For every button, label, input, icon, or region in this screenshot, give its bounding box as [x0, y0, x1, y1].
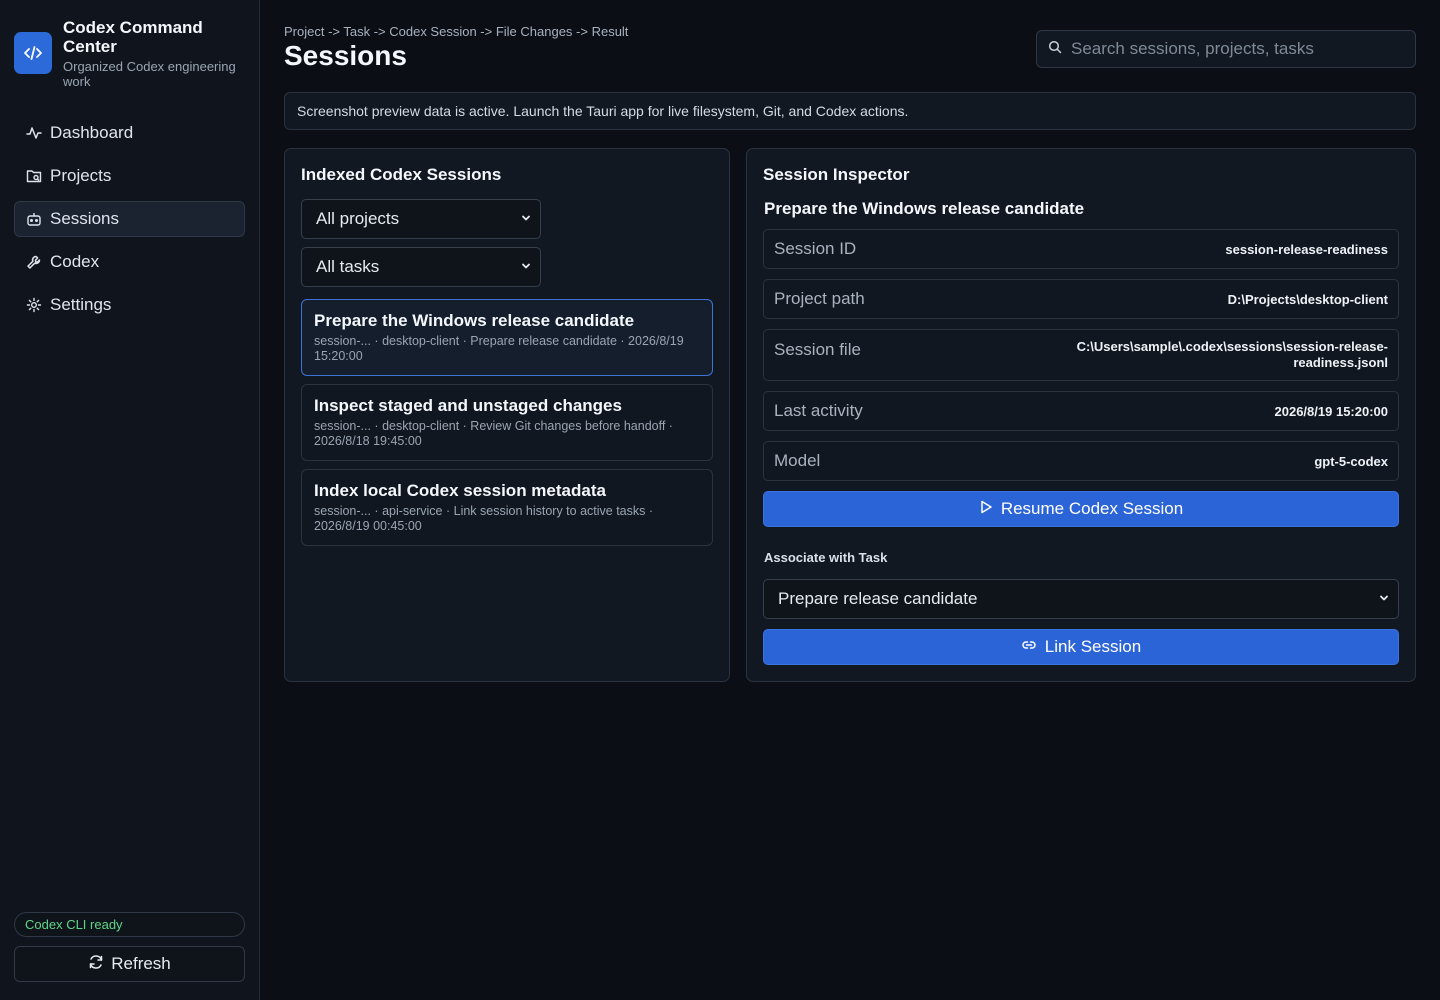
associate-task-label: Associate with Task [764, 550, 888, 565]
sidebar-item-label: Codex [50, 252, 100, 271]
wrench-icon [26, 254, 42, 270]
chevron-down-icon [1378, 589, 1390, 609]
chevron-down-icon [520, 257, 532, 277]
inspector-title: Session Inspector [763, 165, 910, 184]
session-inspector-panel: Session Inspector Prepare the Windows re… [746, 148, 1416, 682]
refresh-icon [88, 954, 111, 975]
link-session-label: Link Session [1044, 637, 1142, 656]
sidebar-item-sessions[interactable]: Sessions [14, 201, 245, 237]
resume-session-button[interactable]: Resume Codex Session [763, 491, 1399, 527]
field-value: gpt-5-codex [1314, 453, 1388, 469]
preview-notice: Screenshot preview data is active. Launc… [284, 92, 1416, 130]
session-title: Inspect staged and unstaged changes [314, 396, 622, 415]
task-filter-select[interactable]: All tasks [301, 247, 541, 287]
task-association-select[interactable]: Prepare release candidate [763, 579, 1399, 619]
cli-status-badge: Codex CLI ready [14, 912, 245, 937]
refresh-button[interactable]: Refresh [14, 946, 245, 982]
sidebar-nav: Dashboard Projects Sessions Codex Settin… [14, 115, 245, 330]
field-label: Session file [774, 340, 861, 359]
search-box [1036, 30, 1416, 68]
session-title: Index local Codex session metadata [314, 481, 606, 500]
field-label: Project path [774, 289, 865, 308]
session-meta: session-... · desktop-client · Review Gi… [314, 419, 700, 449]
session-meta: session-... · desktop-client · Prepare r… [314, 334, 700, 364]
app-title: Codex Command Center [63, 18, 203, 56]
activity-icon [26, 125, 42, 141]
project-filter-select[interactable]: All projects [301, 199, 541, 239]
chevron-down-icon [520, 209, 532, 229]
field-value: C:\Users\sample\.codex\sessions\session-… [1077, 339, 1388, 371]
inspector-session-title: Prepare the Windows release candidate [764, 199, 1085, 218]
field-model: Model gpt-5-codex [763, 441, 1399, 481]
bot-icon [26, 211, 42, 227]
brand: Codex Command Center Organized Codex eng… [14, 18, 243, 89]
session-list-item[interactable]: Inspect staged and unstaged changes sess… [301, 384, 713, 461]
session-meta-line: session-... · api-service · Link session… [314, 504, 654, 518]
sidebar-item-dashboard[interactable]: Dashboard [14, 115, 245, 151]
field-value-line: C:\Users\sample\.codex\sessions\session-… [1076, 339, 1388, 354]
sidebar-item-label: Projects [50, 166, 112, 185]
code-icon [14, 32, 52, 74]
task-filter-value: All tasks [316, 257, 380, 276]
app-subtitle: Organized Codex engineering work [63, 59, 236, 89]
session-title: Prepare the Windows release candidate [314, 311, 635, 330]
session-meta-line: session-... · desktop-client · Review Gi… [314, 419, 673, 433]
field-value: session-release-readiness [1225, 241, 1388, 257]
refresh-label: Refresh [111, 954, 171, 973]
field-session-id: Session ID session-release-readiness [763, 229, 1399, 269]
sidebar: Codex Command Center Organized Codex eng… [0, 0, 260, 1000]
link-session-button[interactable]: Link Session [763, 629, 1399, 665]
sessions-panel: Indexed Codex Sessions All projects All … [284, 148, 730, 682]
session-meta-line: 2026/8/18 19:45:00 [314, 434, 422, 448]
folder-icon [26, 168, 42, 184]
gear-icon [26, 297, 42, 313]
sidebar-item-projects[interactable]: Projects [14, 158, 245, 194]
field-value-line: readiness.jsonl [1293, 355, 1388, 370]
task-association-value: Prepare release candidate [778, 589, 978, 608]
sessions-panel-title: Indexed Codex Sessions [301, 165, 502, 184]
sidebar-item-label: Dashboard [50, 123, 134, 142]
project-filter-value: All projects [316, 209, 400, 228]
field-project-path: Project path D:\Projects\desktop-client [763, 279, 1399, 319]
field-label: Session ID [774, 239, 857, 258]
session-meta-line: 2026/8/19 00:45:00 [314, 519, 422, 533]
field-value: D:\Projects\desktop-client [1227, 291, 1388, 307]
session-list-item[interactable]: Index local Codex session metadata sessi… [301, 469, 713, 546]
link-icon [1021, 637, 1045, 658]
field-value: 2026/8/19 15:20:00 [1274, 403, 1388, 419]
field-label: Last activity [774, 401, 863, 420]
sidebar-item-codex[interactable]: Codex [14, 244, 245, 280]
session-meta-line: session-... · desktop-client · Prepare r… [314, 334, 684, 348]
session-meta-line: 15:20:00 [314, 349, 363, 363]
field-label: Model [774, 451, 821, 470]
session-list-item[interactable]: Prepare the Windows release candidate se… [301, 299, 713, 376]
sidebar-item-label: Sessions [50, 209, 119, 228]
sidebar-item-settings[interactable]: Settings [14, 287, 245, 323]
session-meta: session-... · api-service · Link session… [314, 504, 700, 534]
page-title: Sessions [284, 40, 407, 71]
search-icon [1048, 40, 1062, 59]
sidebar-item-label: Settings [50, 295, 112, 314]
breadcrumb: Project -> Task -> Codex Session -> File… [284, 24, 629, 39]
field-last-activity: Last activity 2026/8/19 15:20:00 [763, 391, 1399, 431]
play-icon [979, 499, 1001, 519]
field-session-file: Session file C:\Users\sample\.codex\sess… [763, 329, 1399, 381]
resume-session-label: Resume Codex Session [1000, 499, 1184, 518]
search-input[interactable] [1071, 39, 1391, 59]
